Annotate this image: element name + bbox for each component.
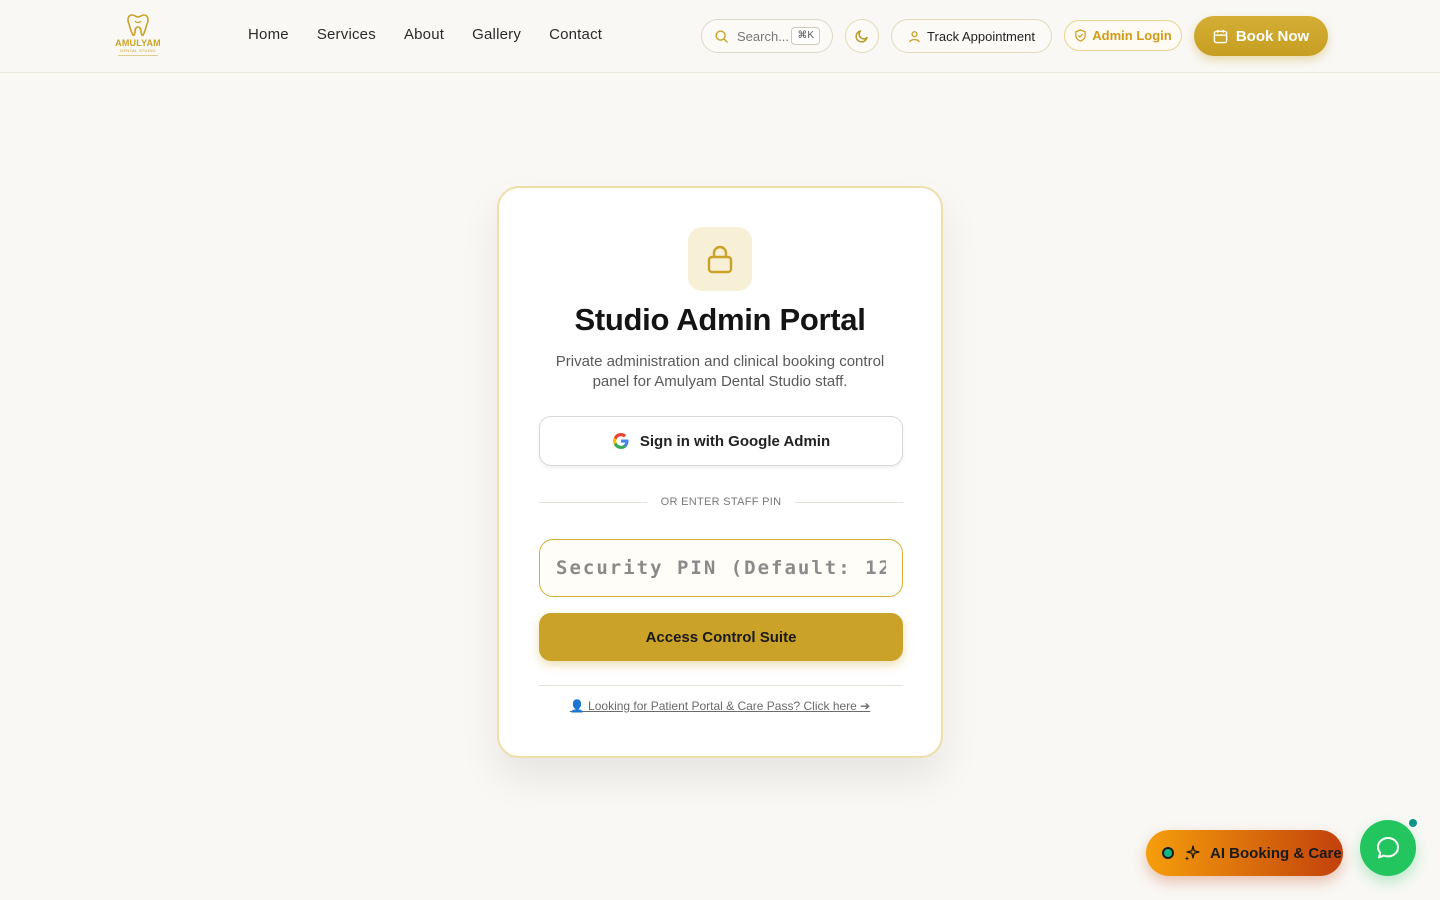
- chat-bubble-icon: [1377, 837, 1399, 859]
- user-icon: [909, 30, 920, 42]
- page-subtitle: Private administration and clinical book…: [555, 353, 885, 390]
- security-pin-input[interactable]: [539, 539, 903, 597]
- google-signin-button[interactable]: Sign in with Google Admin: [539, 416, 903, 466]
- calendar-icon: [1213, 29, 1228, 43]
- main-nav: Home Services About Gallery Contact: [248, 26, 602, 43]
- book-now-button[interactable]: Book Now: [1194, 16, 1328, 56]
- ai-booking-button[interactable]: AI Booking & Care: [1146, 830, 1343, 876]
- patient-portal-link[interactable]: 👤 Looking for Patient Portal & Care Pass…: [499, 699, 941, 713]
- or-divider: OR ENTER STAFF PIN: [539, 494, 904, 510]
- access-control-suite-button[interactable]: Access Control Suite: [539, 613, 903, 661]
- divider-line-left: [539, 501, 647, 503]
- admin-login-button[interactable]: Admin Login: [1064, 20, 1182, 51]
- chat-button[interactable]: [1360, 820, 1416, 876]
- page-title: Studio Admin Portal: [574, 302, 866, 337]
- admin-login-label: Admin Login: [1092, 28, 1172, 43]
- track-appointment-button[interactable]: Track Appointment: [891, 19, 1052, 53]
- sparkles-icon: [1184, 845, 1200, 861]
- track-appointment-label: Track Appointment: [927, 28, 1035, 44]
- site-header: AMULYAM DENTAL STUDIO Home Services Abou…: [0, 0, 1440, 73]
- search-button[interactable]: Search... ⌘K: [701, 19, 833, 53]
- google-icon: [612, 433, 629, 449]
- google-signin-label: Sign in with Google Admin: [639, 432, 831, 450]
- admin-login-card: Studio Admin Portal Private administrati…: [497, 186, 943, 758]
- moon-icon: [855, 30, 868, 43]
- search-shortcut: ⌘K: [791, 27, 820, 45]
- nav-gallery[interactable]: Gallery: [472, 26, 521, 43]
- theme-toggle-button[interactable]: [845, 19, 879, 53]
- logo-divider: [118, 55, 158, 56]
- brand-tagline: DENTAL STUDIO: [120, 48, 156, 53]
- ai-booking-label: AI Booking & Care: [1210, 844, 1342, 862]
- card-divider: [539, 685, 903, 686]
- lock-icon: [707, 245, 733, 274]
- nav-services[interactable]: Services: [317, 26, 376, 43]
- chat-notification-dot: [1408, 818, 1418, 828]
- divider-line-right: [795, 501, 904, 503]
- brand-name: AMULYAM: [115, 38, 161, 48]
- nav-contact[interactable]: Contact: [549, 26, 602, 43]
- nav-about[interactable]: About: [404, 26, 444, 43]
- online-status-dot: [1162, 847, 1174, 859]
- search-placeholder: Search...: [737, 28, 790, 44]
- search-icon: [715, 29, 728, 43]
- nav-home[interactable]: Home: [248, 26, 289, 43]
- book-now-label: Book Now: [1235, 27, 1310, 45]
- divider-text: OR ENTER STAFF PIN: [660, 496, 782, 508]
- tooth-logo-icon: [127, 14, 149, 37]
- shield-icon: [1075, 29, 1087, 42]
- brand-logo[interactable]: AMULYAM DENTAL STUDIO: [112, 12, 164, 60]
- lock-badge: [688, 227, 752, 291]
